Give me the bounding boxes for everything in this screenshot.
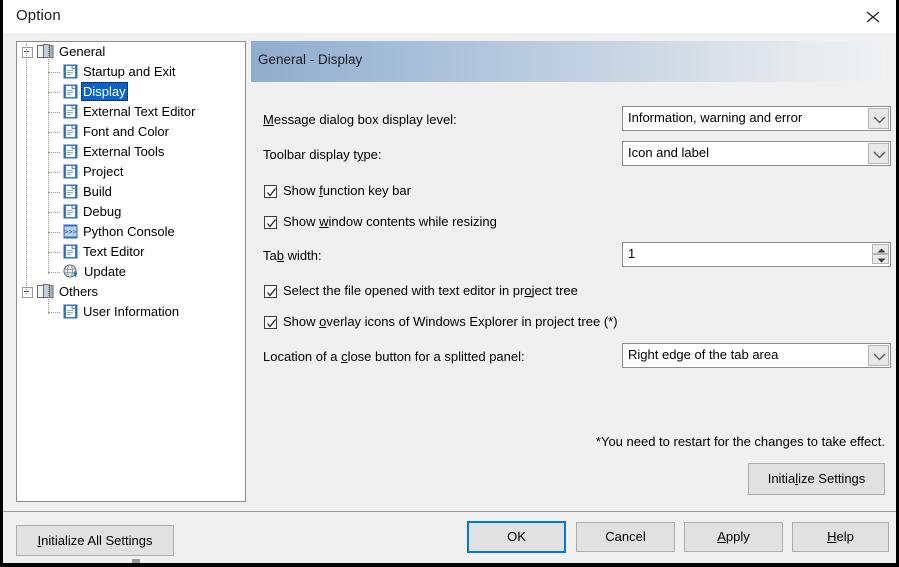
tree-item-label: User Information: [83, 304, 180, 319]
ok-button-label: OK: [507, 529, 526, 544]
tree-item-debug[interactable]: Debug: [17, 202, 245, 222]
tab-width-increment-button[interactable]: [872, 244, 889, 254]
toolbar-type-value: Icon and label: [628, 145, 709, 160]
message-level-label-text: Message dialog box display level:: [263, 112, 457, 127]
tree-guide-line: [26, 44, 28, 294]
tree-item-label: Python Console: [83, 224, 175, 239]
help-button-label: Help: [827, 529, 854, 544]
restart-note: *You need to restart for the changes to …: [595, 434, 885, 449]
settings-tree[interactable]: General Startup and Exit Display Externa…: [16, 41, 246, 502]
tree-item-label: Debug: [83, 204, 122, 219]
message-level-dropdown-button[interactable]: [868, 108, 889, 129]
dialog-footer: Initialize All Settings OK Cancel Apply …: [3, 512, 896, 563]
tree-item-label: External Tools: [83, 144, 165, 159]
tree-item-label: Project: [83, 164, 124, 179]
cancel-button[interactable]: Cancel: [576, 522, 675, 552]
tab-width-label-text: Tab width:: [263, 248, 322, 263]
cancel-button-label: Cancel: [605, 529, 646, 544]
tree-guide-line: [48, 284, 50, 314]
tree-item-project[interactable]: Project: [17, 162, 245, 182]
tree-item-general[interactable]: General: [17, 42, 245, 62]
tree-item-others[interactable]: Others: [17, 282, 245, 302]
checkbox-show-overlay-icons[interactable]: [264, 316, 277, 329]
tree-item-label: External Text Editor: [83, 104, 196, 119]
apply-button[interactable]: Apply: [684, 522, 783, 552]
close-button-location-label-text: Location of a close button for a splitte…: [263, 349, 525, 364]
toolbar-type-combobox[interactable]: Icon and label: [622, 141, 891, 166]
toolbar-type-label: Toolbar display type:: [263, 147, 382, 162]
tab-width-stepper-buttons[interactable]: [872, 244, 889, 265]
tree-item-label: Others: [59, 284, 99, 299]
tree-item-python-console[interactable]: >>> Python Console: [17, 222, 245, 242]
tab-width-stepper[interactable]: 1: [622, 242, 891, 267]
tree-item-text-editor[interactable]: Text Editor: [17, 242, 245, 262]
option-dialog-window: Option General Startup and Exit Display …: [0, 0, 899, 567]
tree-item-label: Font and Color: [83, 124, 169, 139]
tree-item-display[interactable]: Display: [17, 82, 245, 102]
checkbox-show-window-contents[interactable]: [264, 216, 277, 229]
tab-width-label: Tab width:: [263, 248, 322, 263]
ok-button[interactable]: OK: [467, 521, 566, 553]
tree-item-label: Build: [83, 184, 112, 199]
toolbar-type-dropdown-button[interactable]: [868, 143, 889, 164]
message-level-value: Information, warning and error: [628, 110, 803, 125]
initialize-settings-button[interactable]: Initialize Settings: [748, 463, 885, 495]
close-button-location-value: Right edge of the tab area: [628, 347, 779, 362]
tree-item-label: Display: [81, 82, 128, 101]
initialize-all-settings-button[interactable]: Initialize All Settings: [16, 525, 174, 556]
page-icon: [63, 304, 78, 325]
settings-detail-pane: General - Display Message dialog box dis…: [251, 41, 891, 500]
close-button-location-dropdown-button[interactable]: [868, 345, 889, 366]
tree-item-update[interactable]: Update: [17, 262, 245, 282]
dialog-content: General Startup and Exit Display Externa…: [3, 33, 896, 563]
close-button-location-label: Location of a close button for a splitte…: [263, 349, 525, 364]
tree-item-label: General: [59, 44, 106, 59]
tree-item-label: Text Editor: [83, 244, 145, 259]
tree-item-startup-and-exit[interactable]: Startup and Exit: [17, 62, 245, 82]
checkbox-label-show-overlay-icons: Show overlay icons of Windows Explorer i…: [283, 314, 618, 329]
svg-text:>>>: >>>: [64, 228, 77, 236]
pane-title: General - Display: [258, 52, 363, 67]
checkbox-select-opened-file[interactable]: [264, 285, 277, 298]
close-button[interactable]: [850, 0, 896, 32]
window-title: Option: [16, 7, 61, 24]
tree-item-label: Update: [84, 264, 126, 279]
initialize-all-settings-button-label: Initialize All Settings: [37, 533, 153, 548]
title-bar: Option: [3, 0, 896, 33]
checkbox-label-show-window-contents: Show window contents while resizing: [283, 214, 497, 229]
checkbox-label-show-function-key-bar: Show function key bar: [283, 183, 411, 198]
apply-button-label: Apply: [717, 529, 750, 544]
message-level-combobox[interactable]: Information, warning and error: [622, 106, 891, 131]
window-bottom-notch: [132, 559, 140, 563]
tree-guide-line: [48, 44, 50, 274]
close-button-location-combobox[interactable]: Right edge of the tab area: [622, 343, 891, 368]
tree-item-build[interactable]: Build: [17, 182, 245, 202]
tree-item-label: Startup and Exit: [83, 64, 176, 79]
toolbar-type-label-text: Toolbar display type:: [263, 147, 382, 162]
tree-item-font-and-color[interactable]: Font and Color: [17, 122, 245, 142]
tree-item-external-tools[interactable]: External Tools: [17, 142, 245, 162]
message-level-label: Message dialog box display level:: [263, 112, 457, 127]
tab-width-value: 1: [628, 246, 636, 261]
initialize-settings-button-label: Initialize Settings: [767, 471, 866, 486]
tab-width-decrement-button[interactable]: [872, 254, 889, 264]
checkbox-label-select-opened-file: Select the file opened with text editor …: [283, 283, 578, 298]
pane-header: General - Display: [251, 41, 887, 82]
help-button[interactable]: Help: [792, 522, 889, 552]
checkbox-show-function-key-bar[interactable]: [264, 185, 277, 198]
tree-item-external-text-editor[interactable]: External Text Editor: [17, 102, 245, 122]
tree-item-user-information[interactable]: User Information: [17, 302, 245, 322]
